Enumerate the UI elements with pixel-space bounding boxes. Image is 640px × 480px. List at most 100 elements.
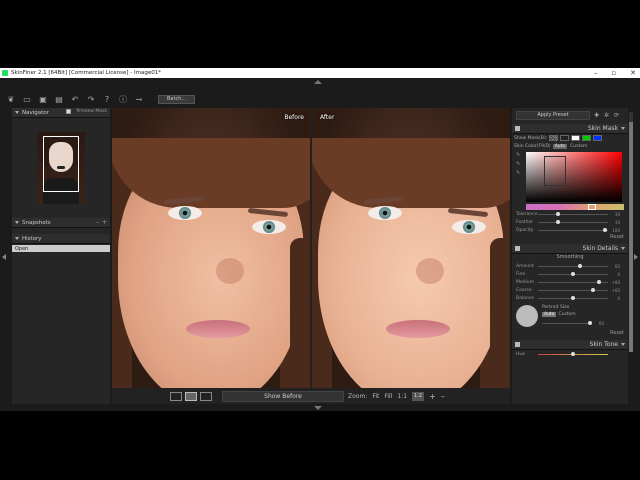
portrait-size-slider[interactable] [542,320,592,325]
after-image[interactable]: After [312,108,510,388]
refresh-icon[interactable]: ⟳ [613,112,620,119]
slider-knob[interactable] [590,287,595,292]
slider-track[interactable] [538,227,608,232]
image-canvas[interactable]: Before After [112,108,510,388]
plugin-icon[interactable]: ⊸ [134,94,144,104]
skin-details-enable-checkbox[interactable] [515,246,520,251]
color-field[interactable] [526,152,622,202]
slider-knob[interactable] [588,320,592,325]
preview-mask-toggle[interactable]: Preview Mask [66,109,107,114]
zoom-out-button[interactable]: – [441,392,445,401]
skin-color-picker[interactable]: ✎ ✎ ✎ [516,152,624,202]
collapse-right-panel-icon[interactable] [634,254,638,260]
portrait-custom-button[interactable]: Custom [558,312,575,317]
save-icon[interactable]: ▣ [38,94,48,104]
slider-track[interactable] [538,219,608,224]
slider-row: Opacity 100 [512,226,628,234]
show-before-button[interactable]: Show Before [222,390,344,402]
add-snapshot-button[interactable]: + [102,219,107,226]
single-view-button[interactable] [170,391,182,401]
main-toolbar: ❦ ▭ ▣ ▤ ↶ ↷ ? ⓘ ⊸ Batch... [0,90,640,108]
skin-tone-slider[interactable] [538,351,608,356]
slider-track[interactable] [538,295,608,300]
history-header[interactable]: History [12,234,110,244]
skin-tone-enable-checkbox[interactable] [515,342,520,347]
redo-icon[interactable]: ↷ [86,94,96,104]
slider-track[interactable] [538,279,608,284]
maximize-button[interactable]: ▫ [611,69,616,77]
eyedropper-add-icon[interactable]: ✎ [516,161,524,167]
skin-details-header[interactable]: Skin Details [512,244,628,254]
mask-color-swatch[interactable] [582,135,592,141]
hue-range-marker[interactable] [588,204,596,210]
slider-track[interactable] [538,271,608,276]
right-panel-scrollbar[interactable] [629,112,633,352]
navigator-area[interactable] [12,118,110,218]
mask-color-swatch[interactable] [571,135,581,141]
split-horizontal-view-button[interactable] [200,391,212,401]
leaf-icon[interactable]: ❦ [6,94,16,104]
mask-color-swatch[interactable] [560,135,570,141]
zoom-in-button[interactable]: + [429,392,436,401]
zoom-fit-button[interactable]: Fit [372,393,379,400]
help-icon[interactable]: ? [102,94,112,104]
collapse-left-panel-icon[interactable] [2,254,6,260]
slider-knob[interactable] [556,211,561,216]
toggle-bottom-panel-icon[interactable] [314,406,322,410]
navigator-thumbnail[interactable] [37,132,85,204]
folder-icon[interactable]: ▭ [22,94,32,104]
split-vertical-view-button[interactable] [185,391,197,401]
eyedropper-remove-icon[interactable]: ✎ [516,170,524,176]
save-as-icon[interactable]: ▤ [54,94,64,104]
skin-tone-header[interactable]: Skin Tone [512,340,628,350]
navigator-viewport-box[interactable] [43,136,79,192]
mask-color-swatch[interactable] [593,135,603,141]
snapshots-title: Snapshots [22,219,51,226]
toggle-top-panel-icon[interactable] [314,80,322,84]
portrait-auto-button[interactable]: Auto [542,312,557,317]
slider-track[interactable] [538,287,608,292]
skin-mask-enable-checkbox[interactable] [515,126,520,131]
skin-color-auto-button[interactable]: Auto [552,143,568,149]
preview-mask-checkbox[interactable] [66,109,72,114]
remove-snapshot-button[interactable]: – [96,219,99,226]
zoom-value-select[interactable]: 1:2 [412,391,425,401]
info-icon[interactable]: ⓘ [118,94,128,104]
batch-button[interactable]: Batch... [158,94,196,104]
slider-value: 30 [614,219,620,225]
zoom-fill-button[interactable]: Fill [384,393,392,400]
zoom-1-1-button[interactable]: 1:1 [397,393,407,400]
undo-icon[interactable]: ↶ [70,94,80,104]
before-image[interactable]: Before [112,108,310,388]
skin-color-custom-button[interactable]: Custom [570,144,587,149]
apply-preset-dropdown[interactable]: Apply Preset [516,110,590,120]
skin-details-reset-button[interactable]: Reset [512,330,628,338]
slider-label: Tolerance [516,211,538,217]
hue-range-bar[interactable] [526,204,624,210]
history-item[interactable]: Open [12,245,110,252]
slider-knob[interactable] [571,271,575,276]
slider-knob[interactable] [577,263,582,268]
color-selection-box[interactable] [544,156,566,186]
slider-knob[interactable] [556,219,561,224]
mask-overlay-swatch[interactable] [549,135,559,141]
slider-track[interactable] [538,263,608,268]
slider-knob[interactable] [602,227,607,232]
slider-knob[interactable] [571,351,575,356]
slider-track[interactable] [538,211,608,216]
skin-mask-reset-button[interactable]: Reset [512,234,628,242]
eyedropper-icon[interactable]: ✎ [516,152,524,158]
snapshots-header[interactable]: Snapshots – + [12,218,110,228]
close-button[interactable]: ✕ [630,69,636,77]
slider-label: Fine [516,271,526,277]
show-mask-row: Show Mask(B): [512,134,628,142]
scrollbar-thumb[interactable] [629,122,633,352]
slider-knob[interactable] [597,279,602,284]
slider-knob[interactable] [571,295,575,300]
portrait-size-slider-row: 60 [542,319,604,327]
minimize-button[interactable]: – [594,69,598,77]
skin-mask-header[interactable]: Skin Mask [512,124,628,134]
navigator-header[interactable]: Navigator Preview Mask [12,108,110,118]
preset-settings-icon[interactable]: ✲ [603,112,610,119]
add-preset-icon[interactable]: ✚ [593,112,600,119]
